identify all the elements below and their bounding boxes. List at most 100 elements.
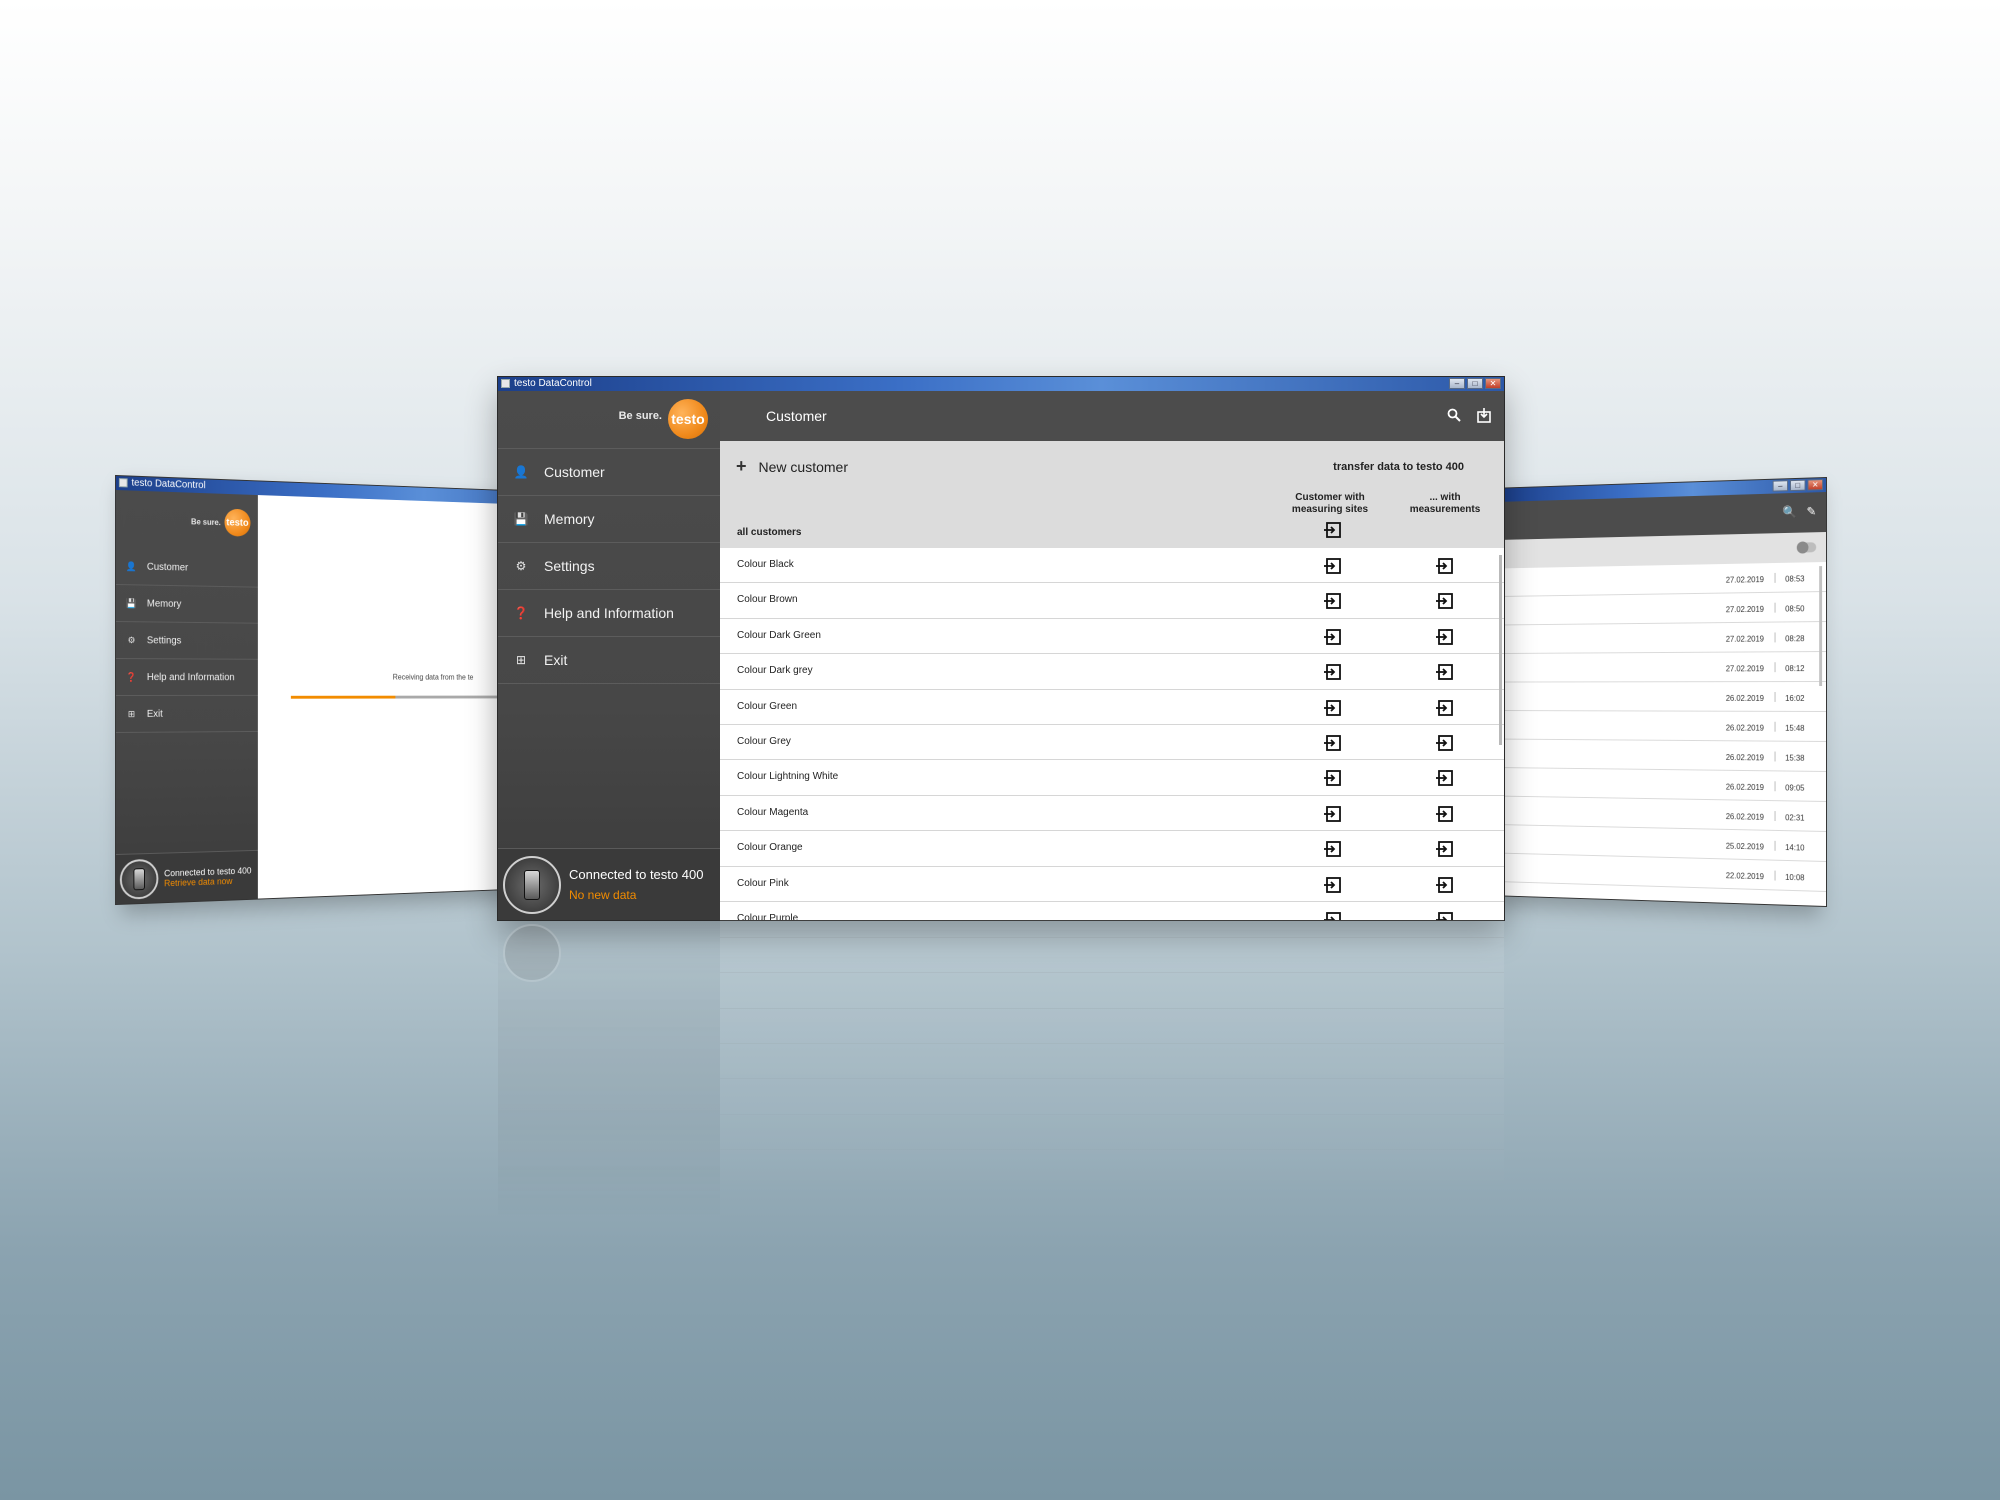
receiving-text: Receiving data from the te bbox=[392, 672, 474, 682]
close-button[interactable]: ✕ bbox=[1485, 378, 1501, 389]
gear-icon: ⚙ bbox=[127, 634, 136, 645]
list-item[interactable]: 26.02.2019 15:48 bbox=[1502, 711, 1826, 742]
sidebar-item-memory[interactable]: 💾 Memory bbox=[116, 585, 258, 624]
transfer-measurements-icon[interactable] bbox=[1436, 840, 1454, 858]
transfer-measurements-icon[interactable] bbox=[1436, 592, 1454, 610]
transfer-measuring-sites-icon[interactable] bbox=[1324, 805, 1342, 823]
floor-reflection bbox=[498, 920, 1504, 1220]
reflection-row bbox=[720, 1149, 1504, 1185]
person-icon: 👤 bbox=[513, 465, 529, 479]
column-header-measuring-sites: Customer with measuring sites bbox=[1280, 492, 1380, 516]
customer-name: Colour Brown bbox=[737, 594, 798, 606]
customer-name: Colour Green bbox=[737, 700, 798, 712]
scrollbar[interactable] bbox=[1819, 566, 1823, 687]
transfer-measurements-icon[interactable] bbox=[1436, 734, 1454, 752]
sidebar-item-memory[interactable]: 💾 Memory bbox=[498, 496, 720, 543]
transfer-all-icon[interactable] bbox=[1324, 521, 1342, 539]
sidebar-item-settings[interactable]: ⚙ Settings bbox=[116, 622, 258, 660]
toggle-switch[interactable] bbox=[1796, 542, 1817, 553]
transfer-measurements-icon[interactable] bbox=[1436, 876, 1454, 894]
sidebar: Be sure. testo 👤 Customer 💾 Memory ⚙ Settin… bbox=[116, 490, 258, 904]
close-button[interactable]: ✕ bbox=[1807, 479, 1824, 491]
sidebar-item-exit[interactable]: ⊞ Exit bbox=[498, 637, 720, 684]
transfer-measuring-sites-icon[interactable] bbox=[1324, 699, 1342, 717]
customer-name: Colour Dark Green bbox=[737, 629, 821, 641]
device-status[interactable]: Connected to testo 400 No new data bbox=[498, 848, 720, 920]
brand-slogan: Be sure. bbox=[618, 410, 662, 422]
measurement-date: 26.02.2019 bbox=[1725, 693, 1764, 703]
sidebar-item-help[interactable]: ❓ Help and Information bbox=[116, 659, 258, 696]
transfer-measurements-icon[interactable] bbox=[1436, 911, 1454, 920]
measurement-time: 16:02 bbox=[1785, 693, 1805, 703]
transfer-measuring-sites-icon[interactable] bbox=[1324, 734, 1342, 752]
transfer-measuring-sites-icon[interactable] bbox=[1324, 592, 1342, 610]
transfer-measuring-sites-icon[interactable] bbox=[1324, 876, 1342, 894]
brand: Be sure. testo bbox=[498, 391, 720, 441]
transfer-measuring-sites-icon[interactable] bbox=[1324, 769, 1342, 787]
maximize-button[interactable]: □ bbox=[1790, 479, 1806, 492]
table-row[interactable]: Colour Orange bbox=[720, 831, 1504, 867]
table-row[interactable]: Colour Purple bbox=[720, 902, 1504, 920]
export-icon[interactable] bbox=[1472, 403, 1496, 427]
transfer-measuring-sites-icon[interactable] bbox=[1324, 628, 1342, 646]
minimize-button[interactable]: – bbox=[1772, 480, 1789, 492]
table-row[interactable]: Colour Magenta bbox=[720, 796, 1504, 832]
maximize-button[interactable]: □ bbox=[1467, 378, 1483, 389]
new-customer-label: New customer bbox=[758, 458, 848, 475]
list-item[interactable]: 26.02.2019 16:02 bbox=[1502, 682, 1826, 712]
table-row[interactable]: Colour Grey bbox=[720, 725, 1504, 761]
minimize-button[interactable]: – bbox=[1449, 378, 1465, 389]
list-item[interactable]: 27.02.2019 08:28 bbox=[1502, 622, 1826, 654]
all-customers-label: all customers bbox=[737, 527, 802, 538]
column-header-line: measuring sites bbox=[1291, 504, 1369, 515]
window-controls: – □ ✕ bbox=[1449, 378, 1501, 389]
transfer-measurements-icon[interactable] bbox=[1436, 557, 1454, 575]
search-icon[interactable]: 🔍 bbox=[1782, 505, 1796, 519]
table-row[interactable]: Colour Green bbox=[720, 690, 1504, 725]
sidebar-item-exit[interactable]: ⊞ Exit bbox=[116, 695, 258, 733]
sidebar-item-label: Customer bbox=[146, 561, 189, 574]
list-item[interactable]: 27.02.2019 08:50 bbox=[1502, 592, 1826, 626]
list-item[interactable]: 27.02.2019 08:12 bbox=[1502, 652, 1826, 683]
transfer-measurements-icon[interactable] bbox=[1436, 628, 1454, 646]
edit-icon[interactable]: ✎ bbox=[1806, 504, 1816, 518]
reflection-row bbox=[720, 1043, 1504, 1079]
transfer-measurements-icon[interactable] bbox=[1436, 805, 1454, 823]
plus-icon: + bbox=[736, 456, 747, 476]
customer-name: Colour Grey bbox=[737, 735, 791, 747]
transfer-measuring-sites-icon[interactable] bbox=[1324, 663, 1342, 681]
sidebar-item-label: Exit bbox=[146, 708, 163, 720]
reflection-avatar bbox=[503, 924, 561, 982]
sidebar-item-customer[interactable]: 👤 Customer bbox=[116, 548, 258, 588]
device-sub-status: No new data bbox=[569, 888, 637, 902]
transfer-measuring-sites-icon[interactable] bbox=[1324, 911, 1342, 920]
device-avatar bbox=[503, 855, 561, 914]
scrollbar[interactable] bbox=[1499, 555, 1502, 745]
device-status[interactable]: Connected to testo 400 Retrieve data now bbox=[116, 849, 258, 904]
table-row[interactable]: Colour Pink bbox=[720, 867, 1504, 902]
table-row[interactable]: Colour Brown bbox=[720, 583, 1504, 619]
table-row[interactable]: Colour Dark Green bbox=[720, 619, 1504, 655]
table-row[interactable]: Colour Dark grey bbox=[720, 654, 1504, 690]
new-customer-button[interactable]: + New customer bbox=[736, 456, 848, 477]
sidebar-item-settings[interactable]: ⚙ Settings bbox=[498, 543, 720, 590]
list-item[interactable]: 27.02.2019 08:53 bbox=[1502, 562, 1826, 597]
customer-name: Colour Dark grey bbox=[737, 665, 813, 677]
search-icon[interactable] bbox=[1442, 403, 1466, 427]
table-row[interactable]: Colour Lightning White bbox=[720, 760, 1504, 796]
customer-name: Colour Black bbox=[737, 559, 794, 570]
divider bbox=[1774, 811, 1776, 822]
background-window-right: – □ ✕ 🔍 ✎ 27.02.2019 08:53 27.02.2019 08:50… bbox=[1502, 478, 1826, 906]
sidebar-nav: 👤 Customer 💾 Memory ⚙ Settings ❓ Help and In… bbox=[116, 548, 258, 733]
table-row[interactable]: Colour Black bbox=[720, 548, 1504, 584]
transfer-measuring-sites-icon[interactable] bbox=[1324, 557, 1342, 575]
transfer-measurements-icon[interactable] bbox=[1436, 663, 1454, 681]
measurement-time: 15:48 bbox=[1785, 723, 1805, 733]
transfer-measuring-sites-icon[interactable] bbox=[1324, 840, 1342, 858]
customer-list: Colour Black Colour Brown Colour Dark Gree… bbox=[720, 548, 1504, 920]
transfer-measurements-icon[interactable] bbox=[1436, 699, 1454, 717]
sidebar-item-customer[interactable]: 👤 Customer bbox=[498, 449, 720, 496]
transfer-measurements-icon[interactable] bbox=[1436, 769, 1454, 787]
list-item[interactable]: 26.02.2019 15:38 bbox=[1502, 739, 1826, 772]
sidebar-item-help[interactable]: ❓ Help and Information bbox=[498, 590, 720, 637]
